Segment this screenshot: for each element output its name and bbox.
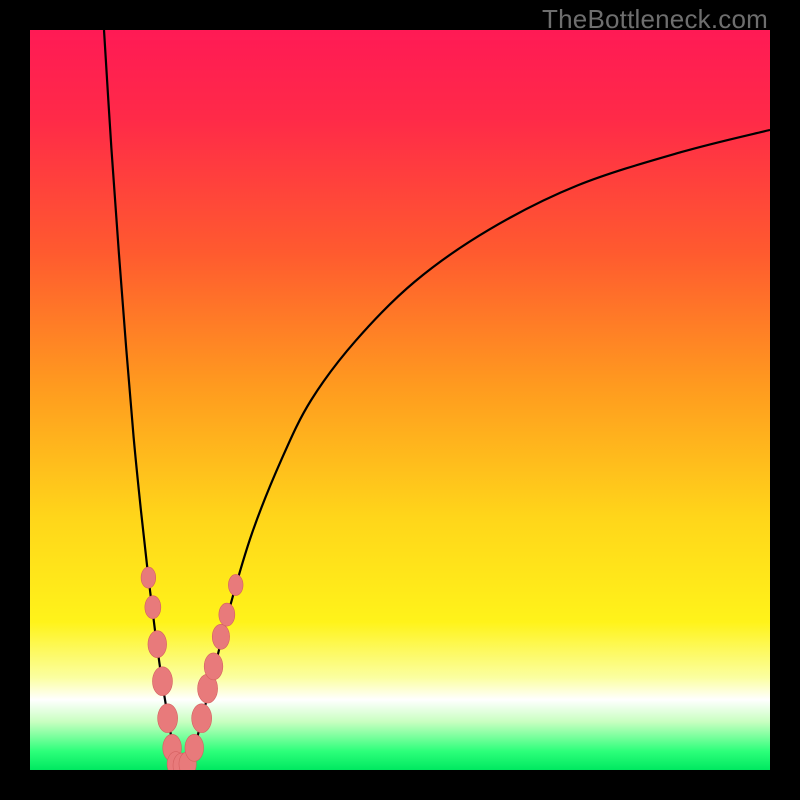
marker-point — [158, 704, 178, 733]
marker-point — [212, 624, 229, 649]
marker-point — [204, 653, 223, 680]
marker-point — [228, 574, 243, 595]
marker-point — [192, 704, 212, 733]
marker-point — [148, 631, 167, 658]
marker-point — [152, 667, 172, 696]
chart-svg — [30, 30, 770, 770]
outer-frame: TheBottleneck.com — [0, 0, 800, 800]
plot-area — [30, 30, 770, 770]
marker-point — [141, 567, 156, 588]
gradient-background — [30, 30, 770, 770]
marker-point — [145, 596, 161, 619]
marker-point — [219, 603, 235, 626]
marker-point — [185, 734, 204, 761]
